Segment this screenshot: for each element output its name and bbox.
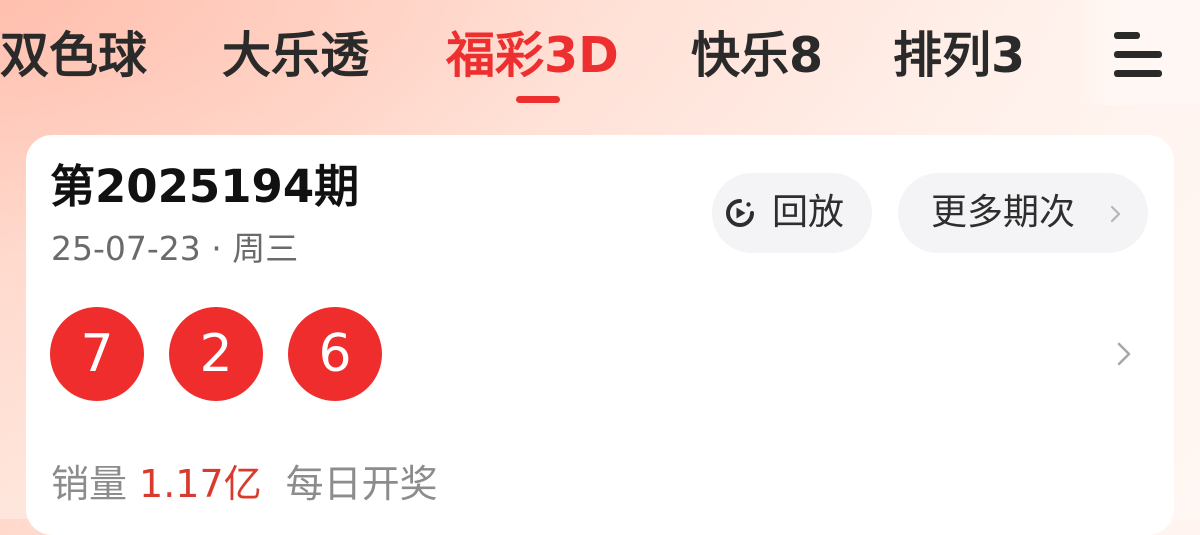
sales-value: 1.17亿 [139,462,262,506]
number-ball: 6 [288,307,382,401]
winning-numbers: 7 2 6 [50,307,450,401]
tab-kuaile-8[interactable]: 快乐8 [691,26,823,86]
more-issues-button[interactable]: 更多期次 [898,173,1148,253]
lottery-tab-bar: 双色球 大乐透 福彩3D 快乐8 排列3 [0,0,1080,110]
number-ball: 7 [50,307,144,401]
active-tab-indicator [516,96,560,103]
hamburger-menu-icon[interactable] [1110,30,1166,80]
replay-icon [726,199,754,227]
tab-daletou[interactable]: 大乐透 [222,26,369,86]
more-issues-label: 更多期次 [931,192,1076,233]
issue-number-title: 第2025194期 [50,160,360,213]
sales-label: 销量 [51,462,128,506]
tab-shuangseqiu[interactable]: 双色球 [0,26,147,86]
replay-label: 回放 [772,192,845,233]
draw-result-card[interactable]: 第2025194期 25-07-23 · 周三 回放 更多期次 7 2 6 销量… [26,135,1174,535]
draw-date: 25-07-23 · 周三 [51,229,299,268]
number-ball: 2 [169,307,263,401]
replay-button[interactable]: 回放 [712,173,872,253]
chevron-right-icon[interactable] [1116,341,1132,367]
sales-info: 销量 1.17亿 每日开奖 [51,459,438,509]
tab-fucai-3d[interactable]: 福彩3D [446,26,619,86]
draw-schedule: 每日开奖 [285,462,438,506]
tab-pailie-3[interactable]: 排列3 [893,26,1025,86]
chevron-right-icon [1110,205,1121,223]
